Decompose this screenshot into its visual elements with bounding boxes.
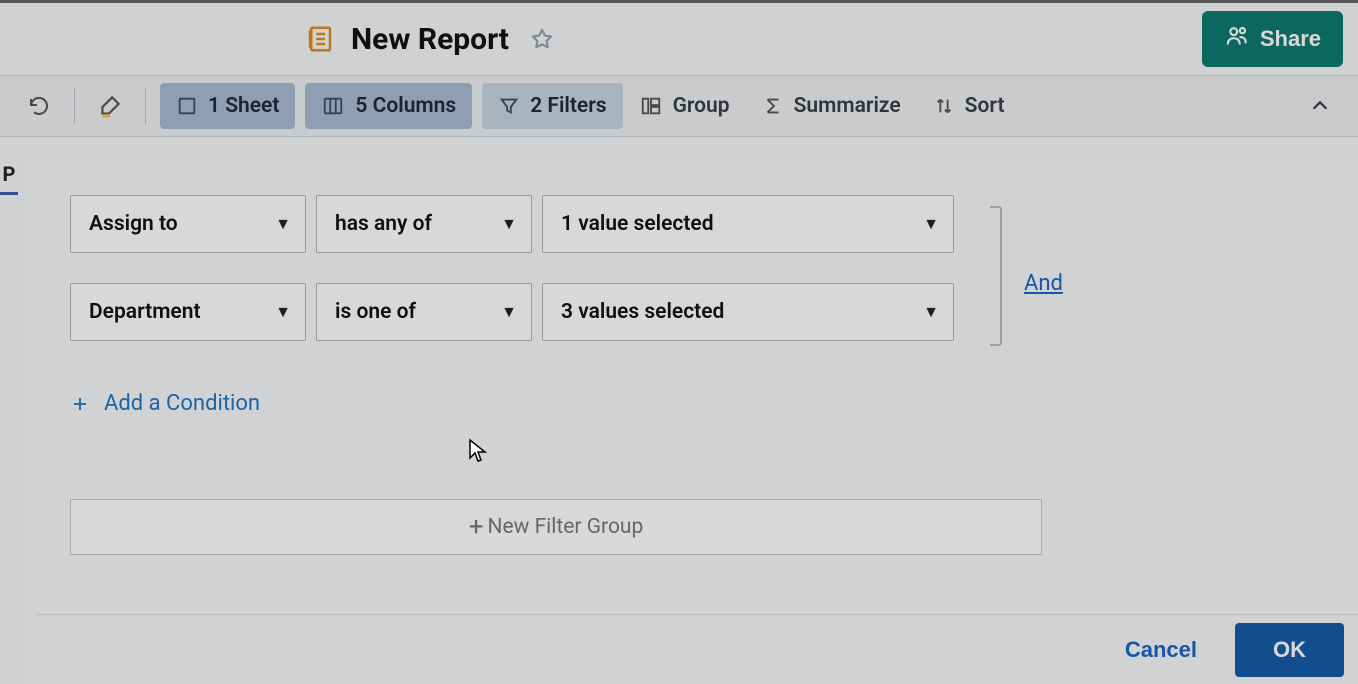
chevron-down-icon: ▼ — [923, 302, 939, 322]
columns-tab-label: 5 Columns — [355, 94, 456, 118]
filter-operator-label: has any of — [317, 212, 472, 236]
report-icon — [305, 24, 335, 54]
chevron-down-icon: ▼ — [923, 214, 939, 234]
summarize-tab[interactable]: Summarize — [746, 83, 917, 129]
chevron-down-icon: ▼ — [501, 214, 517, 234]
panel-footer: Cancel OK — [36, 614, 1358, 684]
toolbar-divider — [74, 88, 75, 124]
share-button[interactable]: Share — [1202, 11, 1343, 67]
ok-button[interactable]: OK — [1235, 623, 1344, 677]
cancel-button[interactable]: Cancel — [1113, 627, 1209, 673]
sort-icon — [933, 95, 955, 117]
plus-icon: + — [469, 512, 484, 542]
filter-field-select[interactable]: Department ▼ — [70, 283, 306, 341]
filter-condition-row: Department ▼ is one of ▼ 3 values select… — [70, 283, 954, 341]
sort-tab-label: Sort — [965, 94, 1005, 118]
sheet-icon — [176, 95, 198, 117]
add-condition-button[interactable]: Add a Condition — [70, 391, 260, 416]
filter-icon — [498, 95, 520, 117]
filter-value-label: 1 value selected — [543, 212, 754, 236]
share-button-label: Share — [1260, 26, 1321, 52]
highlight-button[interactable] — [89, 85, 131, 127]
filter-operator-select[interactable]: is one of ▼ — [316, 283, 532, 341]
filter-value-label: 3 values selected — [543, 300, 764, 324]
sheet-tab-label: 1 Sheet — [208, 94, 279, 118]
new-filter-group-button[interactable]: + New Filter Group — [70, 499, 1042, 555]
add-condition-label: Add a Condition — [104, 391, 260, 416]
filter-field-select[interactable]: Assign to ▼ — [70, 195, 306, 253]
columns-tab[interactable]: 5 Columns — [305, 83, 472, 129]
plus-icon — [70, 394, 90, 414]
filter-operator-select[interactable]: has any of ▼ — [316, 195, 532, 253]
chevron-down-icon: ▼ — [275, 302, 291, 322]
sigma-icon — [762, 95, 784, 117]
sheet-tab[interactable]: 1 Sheet — [160, 83, 295, 129]
filter-value-select[interactable]: 3 values selected ▼ — [542, 283, 954, 341]
chevron-down-icon: ▼ — [501, 302, 517, 322]
group-tab[interactable]: Group — [623, 83, 746, 129]
left-tab-sliver: P — [0, 155, 18, 195]
new-filter-group-label: New Filter Group — [487, 515, 643, 539]
filter-logic-toggle[interactable]: And — [1024, 271, 1063, 296]
chevron-down-icon: ▼ — [275, 214, 291, 234]
columns-icon — [321, 95, 345, 117]
page-title: New Report — [351, 22, 509, 57]
summarize-tab-label: Summarize — [794, 94, 901, 118]
filters-tab[interactable]: 2 Filters — [482, 83, 622, 129]
favorite-star-icon[interactable] — [525, 22, 559, 56]
filter-value-select[interactable]: 1 value selected ▼ — [542, 195, 954, 253]
collapse-panel-button[interactable] — [1300, 86, 1340, 126]
group-icon — [639, 95, 663, 117]
filters-tab-label: 2 Filters — [530, 94, 606, 118]
sort-tab[interactable]: Sort — [917, 83, 1021, 129]
filter-operator-label: is one of — [317, 300, 456, 324]
filter-condition-row: Assign to ▼ has any of ▼ 1 value selecte… — [70, 195, 954, 253]
people-icon — [1224, 23, 1250, 55]
filter-field-label: Assign to — [71, 212, 218, 236]
filter-panel: Assign to ▼ has any of ▼ 1 value selecte… — [18, 155, 1358, 684]
report-toolbar: 1 Sheet 5 Columns 2 Filters — [0, 75, 1358, 137]
filter-group-bracket — [990, 206, 1002, 346]
refresh-button[interactable] — [18, 85, 60, 127]
filter-field-label: Department — [71, 300, 241, 324]
toolbar-divider — [145, 88, 146, 124]
group-tab-label: Group — [673, 94, 730, 118]
